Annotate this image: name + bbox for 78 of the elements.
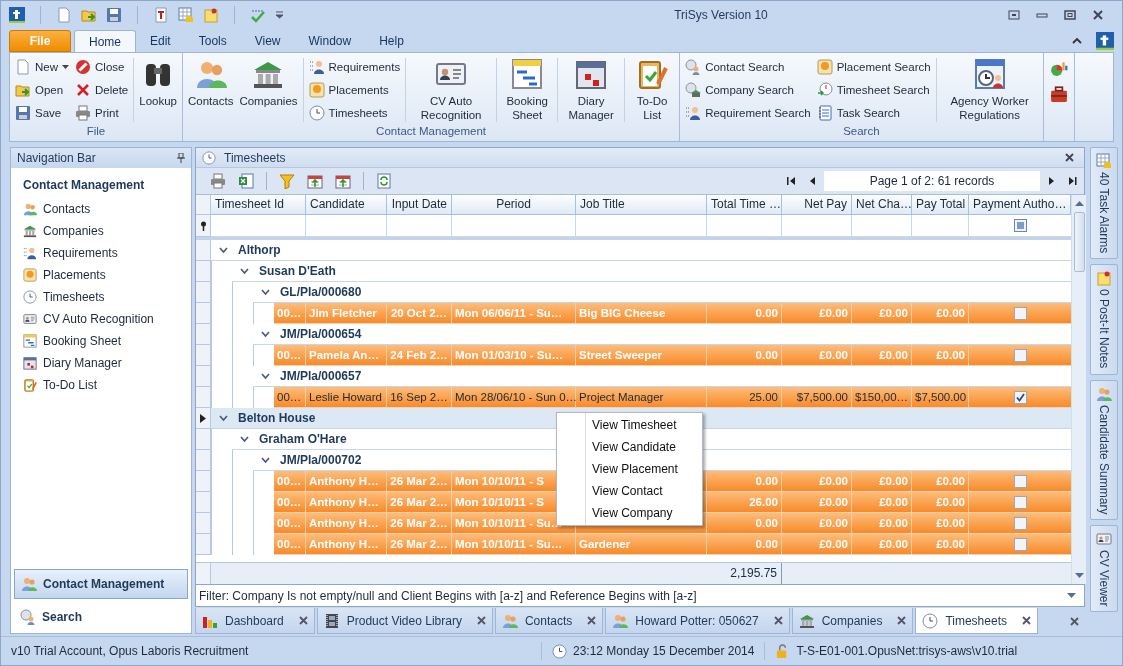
table-cell: 00… — [274, 492, 306, 512]
table-cell: £0.00 — [852, 534, 912, 554]
table-cell: Anthony H… — [306, 471, 387, 491]
table-cell: Jim Fletcher — [306, 303, 387, 323]
table-cell: 24 Feb 2… — [387, 345, 452, 365]
table-cell: $150,00… — [852, 387, 912, 407]
table-cell: £0.00 — [782, 513, 852, 533]
table-cell: £0.00 — [782, 534, 852, 554]
table-cell: Pamela An… — [306, 345, 387, 365]
table-cell: £0.00 — [782, 492, 852, 512]
table-cell: 00… — [274, 387, 306, 407]
group-label: GL/Pla/000680 — [280, 285, 362, 299]
table-cell: 26 Mar 2… — [387, 471, 452, 491]
table-cell: £0.00 — [912, 303, 969, 323]
table-cell: £0.00 — [912, 471, 969, 491]
table-cell: Big BIG Cheese — [576, 303, 707, 323]
group-label: File — [85, 124, 107, 139]
group-label: JM/Pla/000654 — [280, 327, 362, 341]
group-label: Susan D'Eath — [259, 264, 336, 278]
group-label: Althorp — [238, 243, 281, 257]
table-cell: £0.00 — [852, 513, 912, 533]
table-cell: £0.00 — [912, 345, 969, 365]
table-cell: 26 Mar 2… — [387, 534, 452, 554]
group-label: Contact Management — [375, 124, 488, 139]
table-cell: 26 Mar 2… — [387, 513, 452, 533]
table-cell: £0.00 — [782, 471, 852, 491]
window-title: TriSys Version 10 — [673, 8, 769, 22]
table-cell: £0.00 — [852, 303, 912, 323]
table-cell: Mon 06/06/11 - Su… — [452, 303, 576, 323]
table-cell: 0.00 — [707, 303, 782, 323]
table-cell: 00… — [274, 471, 306, 491]
table-cell: Gardener — [576, 534, 707, 554]
table-cell: Street Sweeper — [576, 345, 707, 365]
filter-text: Filter: Company Is not empty/null and Client Begins with [a-z] and Reference Begins with [a-z] — [199, 588, 697, 603]
table-cell: Project Manager — [576, 387, 707, 407]
group-label: JM/Pla/000702 — [280, 453, 362, 467]
table-cell: 25.00 — [707, 387, 782, 407]
table-cell: $7,500.00 — [782, 387, 852, 407]
table-cell: 00… — [274, 534, 306, 554]
table-cell: Leslie Howard — [306, 387, 387, 407]
table-cell: Mon 28/06/10 - Sun 0… — [452, 387, 576, 407]
table-cell: 0.00 — [707, 345, 782, 365]
group-label: Belton House — [238, 411, 316, 425]
status-text: v10 Trial Account, Opus Laboris Recruitment — [11, 644, 250, 658]
group-label: JM/Pla/000657 — [280, 369, 362, 383]
status-text: 23:12 Monday 15 December 2014 — [573, 644, 755, 658]
table-cell: 00… — [274, 345, 306, 365]
table-cell: £0.00 — [782, 303, 852, 323]
table-cell: 26 Mar 2… — [387, 492, 452, 512]
group-label: Graham O'Hare — [259, 432, 347, 446]
table-cell: 00… — [274, 513, 306, 533]
document-title: Timesheets — [224, 150, 286, 165]
table-cell: 16 Sep 2… — [387, 387, 452, 407]
table-cell: £0.00 — [912, 492, 969, 512]
page-status: Page 1 of 2: 61 records — [824, 171, 1040, 191]
table-cell: Anthony H… — [306, 513, 387, 533]
group-label: Search — [842, 124, 881, 139]
table-cell: £0.00 — [852, 471, 912, 491]
table-cell: 00… — [274, 303, 306, 323]
table-cell: 26.00 — [707, 492, 782, 512]
table-cell: 0.00 — [707, 534, 782, 554]
table-cell: 0.00 — [707, 513, 782, 533]
table-cell: Anthony H… — [306, 534, 387, 554]
total-time-sum: 2,195.75 — [211, 563, 782, 584]
table-cell: 20 Oct 2… — [387, 303, 452, 323]
table-cell: £0.00 — [852, 345, 912, 365]
table-cell: Mon 01/03/10 - Su… — [452, 345, 576, 365]
table-cell: £0.00 — [782, 345, 852, 365]
table-cell: £0.00 — [912, 513, 969, 533]
table-cell: 0.00 — [707, 471, 782, 491]
table-cell: Mon 10/10/11 - Su… — [452, 534, 576, 554]
panel-title: Navigation Bar — [17, 151, 96, 165]
table-cell: $7,500.00 — [912, 387, 969, 407]
status-text: T-S-E01-001.OpusNet:trisys-aws\v10.trial — [796, 644, 1018, 658]
section-title: Contact Management — [22, 177, 146, 194]
table-cell: £0.00 — [912, 534, 969, 554]
table-cell: Anthony H… — [306, 492, 387, 512]
table-cell: £0.00 — [852, 492, 912, 512]
